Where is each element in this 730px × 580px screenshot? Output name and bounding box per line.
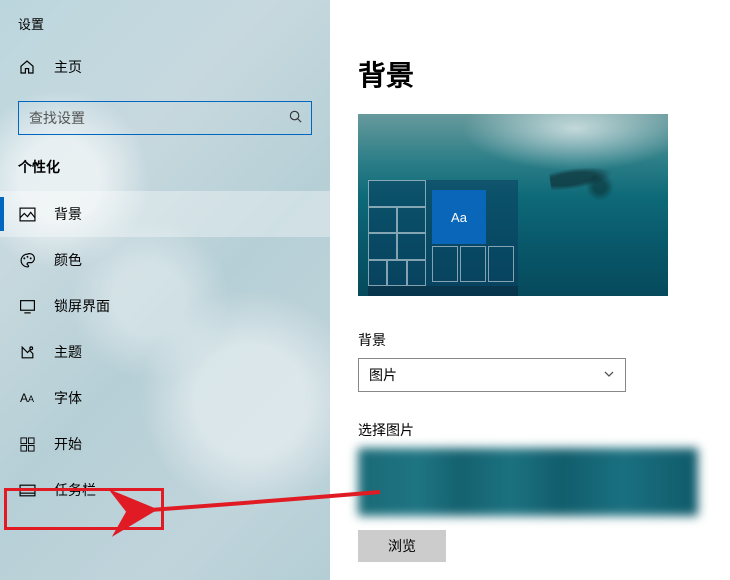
preview-start-panel: Aa (368, 180, 518, 286)
desktop-preview: Aa (358, 114, 668, 296)
sidebar-item-fonts[interactable]: AA 字体 (0, 375, 330, 421)
sidebar: 设置 主页 个性化 背景 (0, 0, 330, 580)
nav-label: 主题 (54, 342, 82, 362)
dropdown-value: 图片 (369, 365, 397, 385)
background-type-dropdown[interactable]: 图片 (358, 358, 626, 392)
nav-label: 开始 (54, 434, 82, 454)
page-title: 背景 (358, 54, 700, 94)
nav-label: 颜色 (54, 250, 82, 270)
search-input[interactable] (29, 110, 288, 126)
taskbar-icon (18, 482, 36, 499)
sidebar-item-lockscreen[interactable]: 锁屏界面 (0, 283, 330, 329)
search-container (0, 101, 330, 153)
main-content: 背景 Aa 背景 图片 选择图片 浏览 (330, 0, 730, 580)
home-link[interactable]: 主页 (0, 47, 330, 87)
picture-icon (18, 206, 36, 223)
home-label: 主页 (54, 57, 82, 77)
nav-list: 背景 颜色 锁屏界面 主题 (0, 191, 330, 513)
section-header: 个性化 (0, 153, 330, 191)
search-icon (288, 109, 303, 127)
preview-wallpaper-subject (549, 160, 622, 194)
home-icon (18, 59, 36, 75)
preview-taskbar (368, 286, 518, 296)
sidebar-item-background[interactable]: 背景 (0, 191, 330, 237)
nav-label: 任务栏 (54, 480, 96, 500)
sidebar-item-themes[interactable]: 主题 (0, 329, 330, 375)
chevron-down-icon (603, 367, 615, 383)
search-box[interactable] (18, 101, 312, 135)
font-icon: AA (18, 392, 36, 404)
sidebar-item-taskbar[interactable]: 任务栏 (0, 467, 330, 513)
preview-sample-tile: Aa (432, 190, 486, 244)
picture-thumbnails[interactable] (358, 448, 698, 516)
choose-picture-label: 选择图片 (358, 420, 700, 440)
nav-label: 背景 (54, 204, 82, 224)
app-title: 设置 (0, 8, 330, 47)
background-field-label: 背景 (358, 330, 700, 350)
settings-window: 设置 主页 个性化 背景 (0, 0, 730, 580)
sidebar-item-start[interactable]: 开始 (0, 421, 330, 467)
theme-icon (18, 344, 36, 361)
sidebar-item-colors[interactable]: 颜色 (0, 237, 330, 283)
nav-label: 字体 (54, 388, 82, 408)
lockscreen-icon (18, 298, 36, 315)
nav-label: 锁屏界面 (54, 296, 110, 316)
start-icon (18, 437, 36, 452)
browse-button[interactable]: 浏览 (358, 530, 446, 562)
palette-icon (18, 252, 36, 269)
